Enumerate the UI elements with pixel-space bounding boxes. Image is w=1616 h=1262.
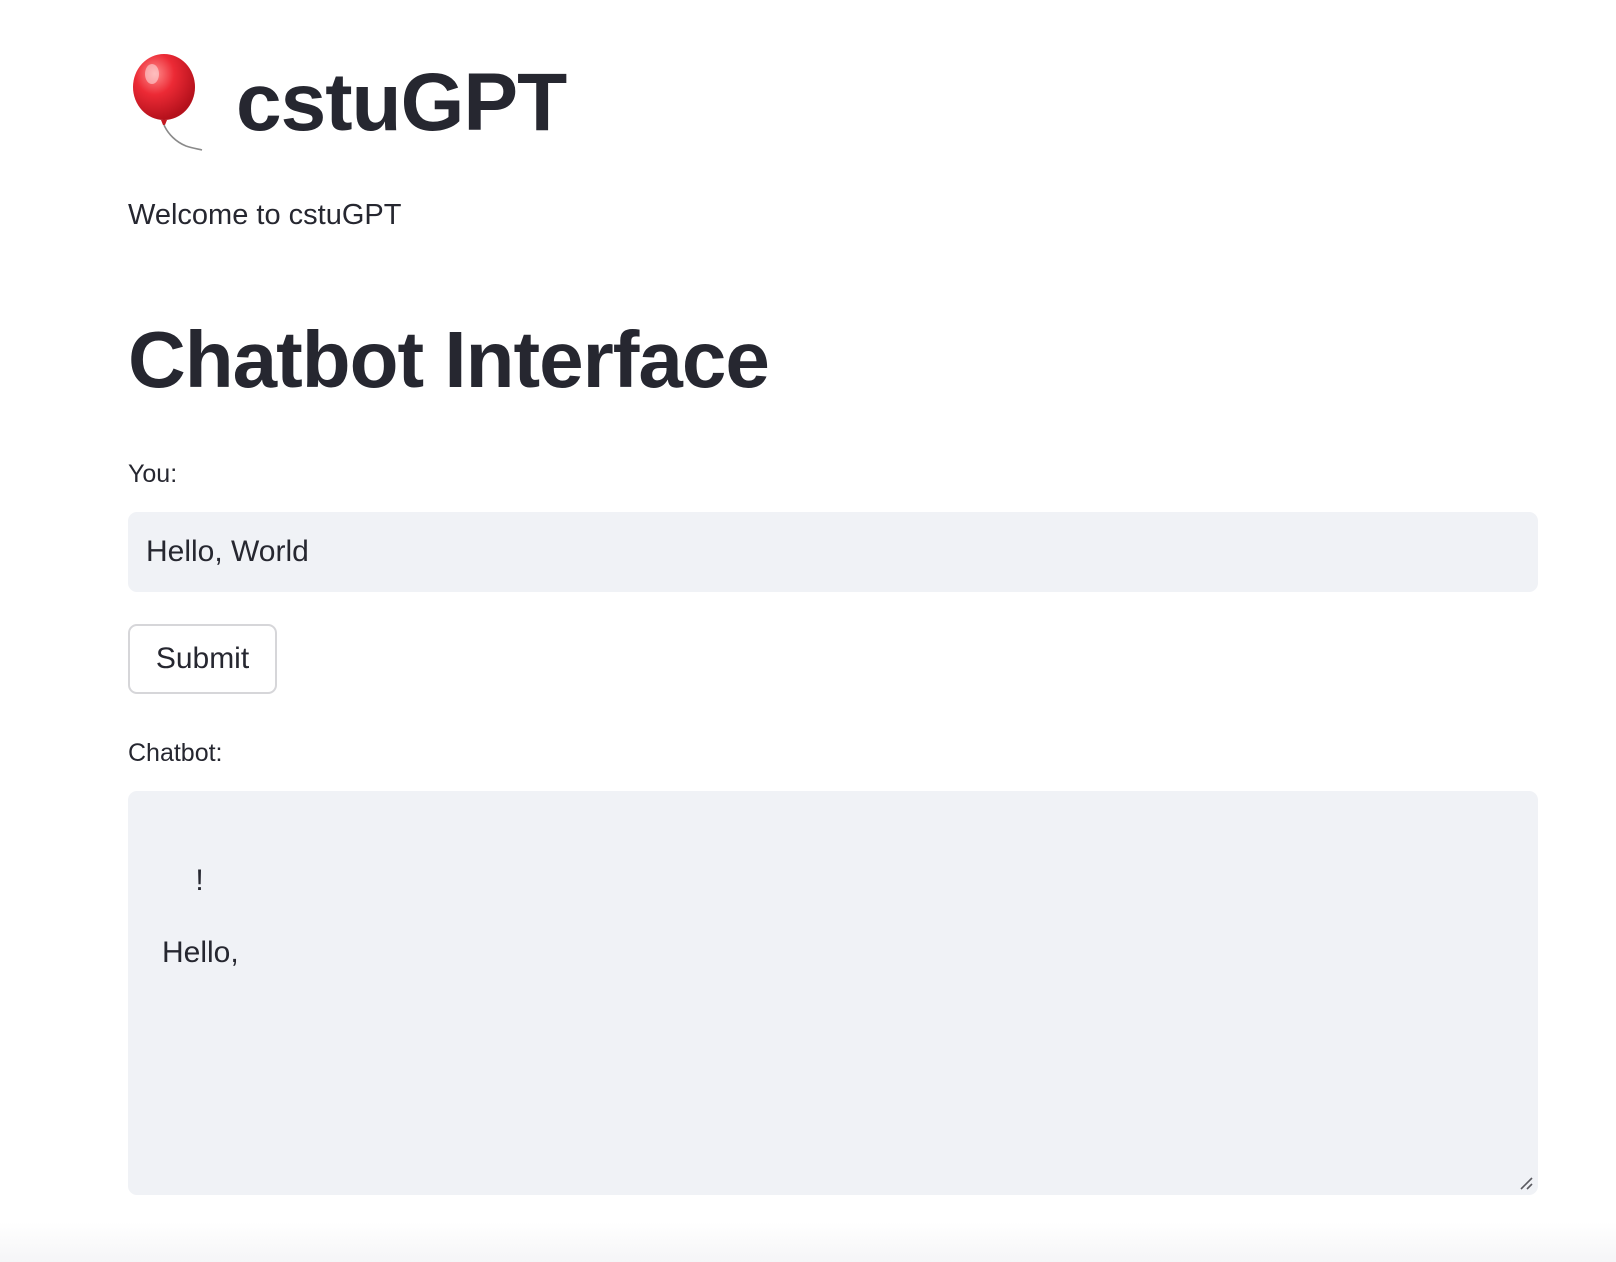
chatbot-label: Chatbot:	[128, 739, 223, 767]
title-row: cstuGPT	[128, 48, 567, 158]
you-label: You:	[128, 460, 178, 488]
page-title: Chatbot Interface	[128, 315, 770, 404]
balloon-icon	[133, 54, 203, 151]
bottom-fade	[0, 1222, 1616, 1262]
chatbot-response-area[interactable]: ! Hello,	[128, 791, 1538, 1195]
welcome-text: Welcome to cstuGPT	[128, 199, 402, 231]
chatbot-response-text: ! Hello,	[162, 864, 239, 969]
submit-button[interactable]: Submit	[128, 624, 277, 694]
resize-handle-icon[interactable]	[1518, 1175, 1534, 1191]
app-title: cstuGPT	[236, 57, 567, 148]
message-input[interactable]	[128, 512, 1538, 592]
